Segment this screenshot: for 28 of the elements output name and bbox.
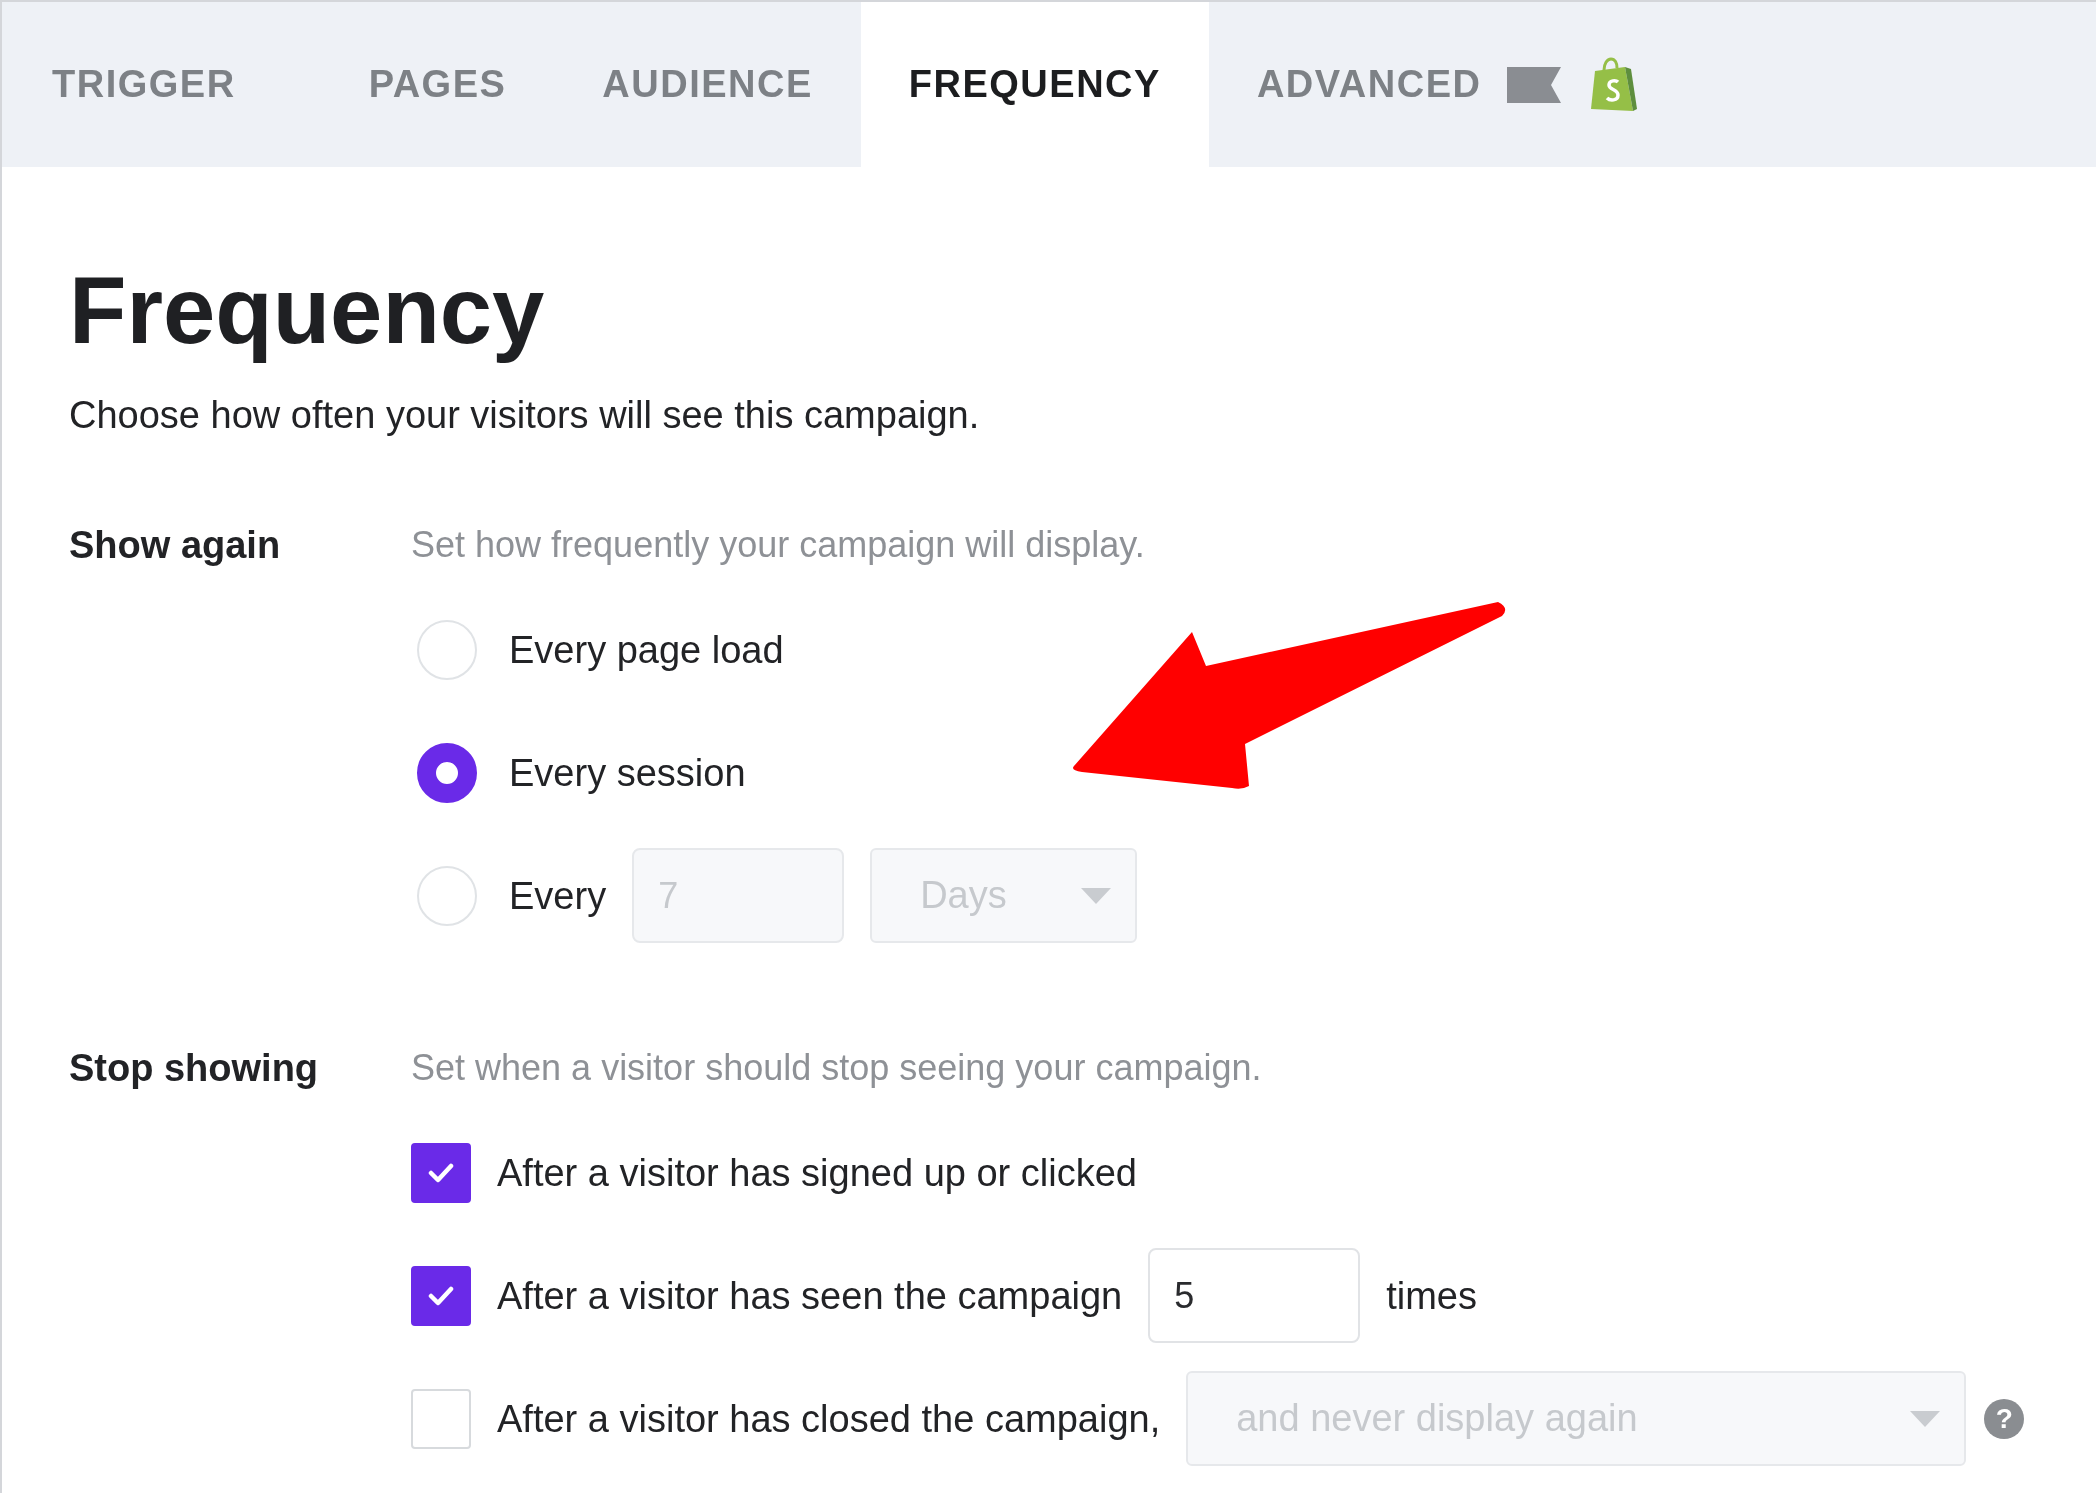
option-label: After a visitor has seen the campaign <box>497 1273 1123 1319</box>
flag-icon <box>1507 66 1562 103</box>
number-field[interactable]: 5 <box>1148 1248 1361 1343</box>
tab[interactable]: PAGES <box>320 2 555 167</box>
option-label: Every session <box>509 750 746 796</box>
check-icon <box>428 1162 454 1183</box>
caret-icon <box>1081 887 1112 904</box>
tab[interactable]: FREQUENCY <box>860 2 1209 167</box>
section-description: Set how frequently your campaign will display. <box>411 523 1145 567</box>
checkbox[interactable] <box>411 1142 471 1203</box>
page-subtitle: Choose how often your visitors will see this campaign. <box>69 393 981 438</box>
option-label: After a visitor has closed the campaign, <box>497 1396 1161 1442</box>
tab[interactable]: AUDIENCE <box>554 2 861 167</box>
caret-icon <box>1910 1410 1941 1427</box>
check-icon <box>428 1285 454 1306</box>
option-label: Every page load <box>509 627 784 673</box>
page-title: Frequency <box>69 257 546 365</box>
help-icon[interactable]: ? <box>1984 1398 2025 1439</box>
checkbox[interactable] <box>411 1265 471 1326</box>
tab-label: ADVANCED <box>1256 63 1482 106</box>
section-label: Stop showing <box>69 1046 320 1091</box>
tab[interactable]: ADVANCED <box>1208 2 1686 167</box>
option-label: After a visitor has signed up or clicked <box>497 1150 1137 1196</box>
option-label: Every <box>509 873 607 919</box>
section-label: Show again <box>69 523 282 568</box>
section-description: Set when a visitor should stop seeing your campaign. <box>411 1046 1263 1090</box>
suffix-label: times <box>1386 1273 1477 1319</box>
tab[interactable]: TRIGGER <box>2 2 321 167</box>
